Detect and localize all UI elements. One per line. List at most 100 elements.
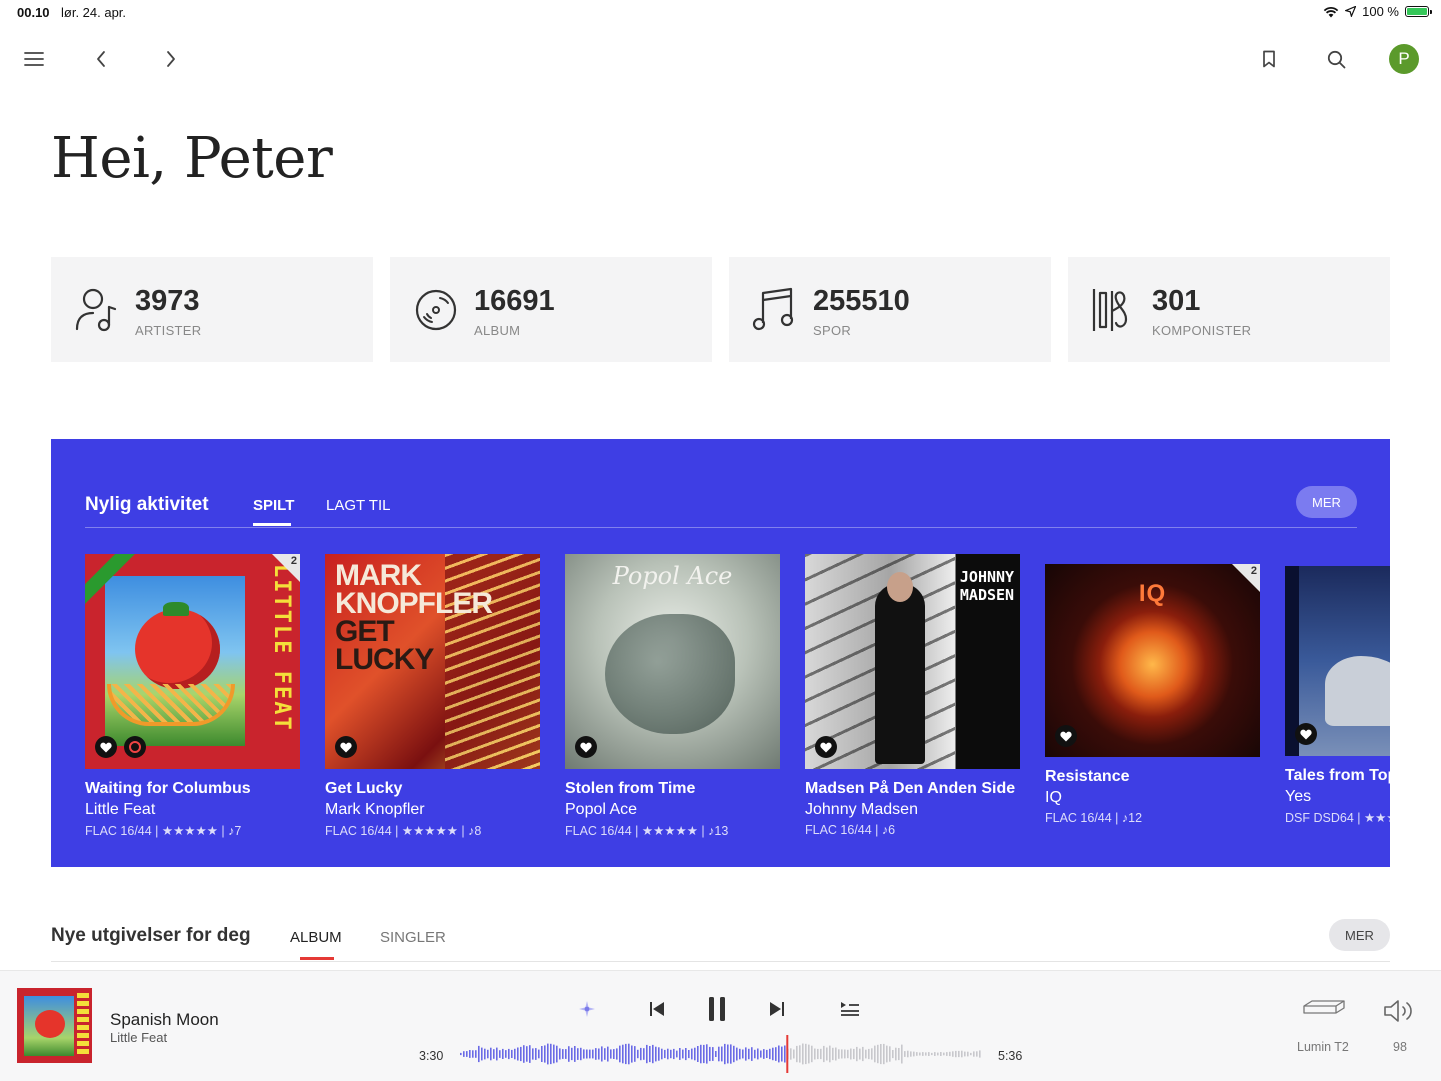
queue-button[interactable]	[833, 992, 867, 1026]
waveform-bar	[880, 1044, 882, 1065]
forward-button[interactable]	[154, 42, 188, 76]
tab-singles[interactable]: SINGLER	[380, 929, 446, 946]
album-card[interactable]: JOHNNY MADSEN Madsen På Den Anden Side J…	[805, 554, 1020, 837]
waveform-bar	[955, 1050, 957, 1058]
tab-played[interactable]: SPILT	[253, 497, 294, 514]
sparkle-button[interactable]	[570, 992, 604, 1026]
now-playing-cover[interactable]	[17, 988, 92, 1063]
volume-button[interactable]	[1382, 994, 1416, 1028]
waveform-seekbar[interactable]	[460, 1035, 982, 1073]
waveform-bar	[853, 1048, 855, 1060]
search-button[interactable]	[1319, 42, 1353, 76]
waveform-bar	[601, 1046, 603, 1062]
tab-added[interactable]: LAGT TIL	[326, 497, 390, 514]
waveform-bar	[526, 1046, 528, 1062]
stat-value: 255510	[813, 285, 910, 317]
waveform-bar	[712, 1047, 714, 1061]
waveform-bar	[937, 1052, 939, 1056]
previous-button[interactable]	[640, 992, 674, 1026]
music-note-icon	[752, 287, 794, 331]
album-title[interactable]: Waiting for Columbus	[85, 780, 300, 798]
waveform-bar	[514, 1048, 516, 1060]
waveform-bar	[676, 1050, 678, 1058]
mqa-badge	[124, 736, 146, 758]
album-artist[interactable]: Popol Ace	[565, 801, 780, 819]
sparkle-icon	[579, 1001, 595, 1017]
waveform-bar	[823, 1045, 825, 1063]
album-card[interactable]: MARK KNOPFLER GET LUCKY Get Lucky Mark K…	[325, 554, 540, 838]
favorite-button[interactable]	[335, 736, 357, 758]
bookmark-button[interactable]	[1252, 42, 1286, 76]
cover-text: MARK	[335, 559, 422, 592]
album-title[interactable]: Get Lucky	[325, 780, 540, 798]
heart-icon	[1060, 731, 1072, 741]
tab-album[interactable]: ALBUM	[290, 929, 342, 946]
album-title[interactable]: Stolen from Time	[565, 780, 780, 798]
waveform-bar	[589, 1049, 591, 1059]
album-cover[interactable]: MARK KNOPFLER GET LUCKY	[325, 554, 540, 769]
album-title[interactable]: Resistance	[1045, 768, 1260, 786]
waveform-bar	[838, 1049, 840, 1059]
waveform-bar	[550, 1043, 552, 1065]
stat-card-composers[interactable]: 301 KOMPONISTER	[1068, 257, 1390, 362]
waveform-bar	[472, 1050, 474, 1058]
heart-icon	[820, 742, 832, 752]
skip-forward-icon	[770, 1002, 784, 1016]
back-button[interactable]	[84, 42, 118, 76]
stat-card-tracks[interactable]: 255510 SPOR	[729, 257, 1051, 362]
more-button[interactable]: MER	[1329, 919, 1390, 951]
waveform-bar	[922, 1052, 924, 1056]
favorite-button[interactable]	[815, 736, 837, 758]
waveform-bar	[535, 1048, 537, 1060]
album-card[interactable]: IQ 2 Resistance IQ FLAC 16/44 | ♪12	[1045, 554, 1260, 825]
waveform-bar	[751, 1047, 753, 1061]
waveform-bar	[802, 1043, 804, 1065]
waveform-bar	[769, 1048, 771, 1060]
device-button[interactable]	[1296, 992, 1350, 1026]
album-title[interactable]: Madsen På Den Anden Side	[805, 780, 1020, 798]
playhead[interactable]	[786, 1035, 789, 1073]
album-card[interactable]: Tales from Topographic Oceans Yes DSF DS…	[1285, 554, 1390, 825]
more-button[interactable]: MER	[1296, 486, 1357, 518]
stat-card-artists[interactable]: 3973 ARTISTER	[51, 257, 373, 362]
favorite-button[interactable]	[575, 736, 597, 758]
album-card[interactable]: LITTLE FEAT 2 Waiting for Columbus Littl…	[85, 554, 300, 838]
menu-button[interactable]	[17, 42, 51, 76]
waveform-bar	[478, 1045, 480, 1063]
album-cover[interactable]: IQ 2	[1045, 564, 1260, 757]
cover-text: Popol Ace	[612, 562, 733, 590]
waveform-bar	[898, 1048, 900, 1061]
waveform-bar	[946, 1052, 948, 1056]
status-indicators: 100 %	[1323, 4, 1432, 19]
favorite-button[interactable]	[1055, 725, 1077, 747]
now-playing-artist[interactable]: Little Feat	[110, 1030, 167, 1045]
waveform-bar	[658, 1047, 660, 1061]
album-artist[interactable]: Mark Knopfler	[325, 801, 540, 819]
album-artist[interactable]: Little Feat	[85, 801, 300, 819]
album-cover[interactable]: Popol Ace	[565, 554, 780, 769]
album-title[interactable]: Tales from Topographic Oceans	[1285, 767, 1390, 785]
favorite-button[interactable]	[95, 736, 117, 758]
album-artist[interactable]: IQ	[1045, 789, 1260, 807]
waveform-bar	[646, 1044, 648, 1064]
waveform-bar	[757, 1048, 759, 1060]
album-card[interactable]: Popol Ace Stolen from Time Popol Ace FLA…	[565, 554, 780, 838]
duration-time: 5:36	[998, 1049, 1023, 1063]
waveform-bar	[811, 1045, 813, 1063]
favorite-button[interactable]	[1295, 723, 1317, 745]
album-cover[interactable]: LITTLE FEAT 2	[85, 554, 300, 769]
album-cover[interactable]: JOHNNY MADSEN	[805, 554, 1020, 769]
stat-card-albums[interactable]: 16691 ALBUM	[390, 257, 712, 362]
waveform-bar	[799, 1045, 801, 1063]
waveform-bar	[568, 1046, 570, 1062]
waveform-bar	[739, 1048, 741, 1060]
album-cover[interactable]	[1285, 566, 1390, 756]
avatar[interactable]: P	[1389, 44, 1419, 74]
pause-button[interactable]	[700, 992, 734, 1026]
album-artist[interactable]: Yes	[1285, 788, 1390, 806]
device-name[interactable]: Lumin T2	[1297, 1040, 1349, 1054]
waveform-bar	[463, 1051, 465, 1057]
now-playing-title[interactable]: Spanish Moon	[110, 1010, 219, 1030]
next-button[interactable]	[760, 992, 794, 1026]
album-artist[interactable]: Johnny Madsen	[805, 801, 1020, 819]
